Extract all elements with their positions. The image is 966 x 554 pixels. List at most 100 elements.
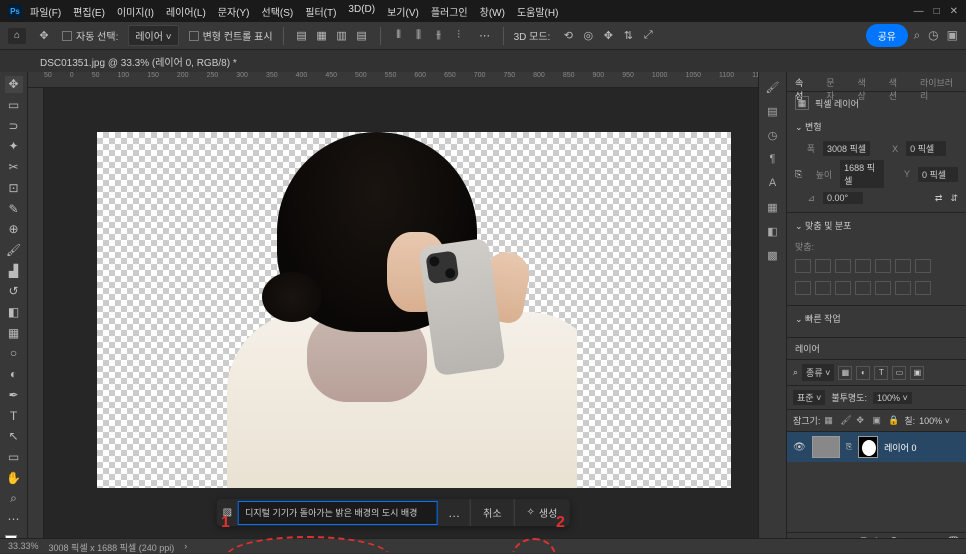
menu-help[interactable]: 도움말(H) — [517, 4, 558, 19]
filter-smart-icon[interactable]: ▣ — [910, 366, 924, 380]
3d-slide-icon[interactable]: ⇅ — [620, 28, 636, 44]
stamp-tool[interactable]: ▟ — [5, 262, 23, 279]
brush-tool[interactable]: 🖌 — [5, 242, 23, 259]
y-value[interactable]: 0 픽셀 — [918, 167, 958, 182]
tab-section[interactable]: 색션 — [881, 72, 912, 91]
menu-file[interactable]: 파일(F) — [30, 4, 61, 19]
wand-tool[interactable]: ✦ — [5, 138, 23, 155]
tab-libraries[interactable]: 라이브러리 — [912, 72, 966, 91]
visibility-icon[interactable]: 👁 — [793, 442, 806, 453]
pen-tool[interactable]: ✒ — [5, 387, 23, 404]
distribute-right-icon[interactable] — [835, 281, 851, 295]
align-vcenter-icon[interactable] — [875, 259, 891, 273]
type-tool[interactable]: T — [5, 407, 23, 424]
transform-header[interactable]: 변형 — [787, 114, 966, 139]
zoom-tool[interactable]: ⌕ — [5, 490, 23, 507]
more-align-icon[interactable]: ⋯ — [477, 28, 493, 44]
cancel-button[interactable]: 취소 — [470, 499, 513, 526]
menu-filter[interactable]: 필터(T) — [305, 4, 336, 19]
frame-tool[interactable]: ⊡ — [5, 180, 23, 197]
align-header[interactable]: 맞춤 및 분포 — [787, 213, 966, 238]
history-panel-icon[interactable]: ◷ — [764, 126, 782, 144]
workspace-icon[interactable]: ▣ — [947, 28, 958, 43]
menu-layer[interactable]: 레이어(L) — [166, 4, 206, 19]
crop-tool[interactable]: ✂ — [5, 159, 23, 176]
history-brush-tool[interactable]: ↺ — [5, 283, 23, 300]
link-icon[interactable]: ⎘ — [795, 169, 806, 180]
filter-pixel-icon[interactable]: ▦ — [838, 366, 852, 380]
3d-pan-icon[interactable]: ✥ — [600, 28, 616, 44]
share-button[interactable]: 공유 — [866, 24, 908, 47]
tab-properties[interactable]: 속성 — [787, 72, 818, 91]
angle-value[interactable]: 0.00° — [823, 192, 863, 204]
filter-adjust-icon[interactable]: ◐ — [856, 366, 870, 380]
menu-view[interactable]: 보기(V) — [387, 4, 419, 19]
edit-toolbar[interactable]: ⋯ — [5, 511, 23, 528]
maximize-icon[interactable]: □ — [934, 6, 940, 17]
lock-image-icon[interactable]: 🖌 — [840, 415, 852, 427]
align-right-icon[interactable] — [835, 259, 851, 273]
align-more-icon[interactable] — [915, 259, 931, 273]
layer-row[interactable]: 👁 ⎘ 레이어 0 — [787, 432, 966, 462]
align-top-icon[interactable] — [855, 259, 871, 273]
patterns-panel-icon[interactable]: ▩ — [764, 246, 782, 264]
layer-mask-thumbnail[interactable] — [858, 436, 878, 458]
tab-colors[interactable]: 색상 — [849, 72, 880, 91]
search-icon[interactable]: ⌕ — [913, 28, 920, 43]
close-icon[interactable]: ✕ — [950, 6, 958, 17]
document-tab[interactable]: DSC01351.jpg @ 33.3% (레이어 0, RGB/8) * — [32, 54, 245, 69]
fill-value[interactable]: 100% ˅ — [919, 416, 950, 426]
eraser-tool[interactable]: ◧ — [5, 304, 23, 321]
flip-h-icon[interactable]: ⇄ — [935, 193, 943, 204]
filter-shape-icon[interactable]: ▭ — [892, 366, 906, 380]
opacity-value[interactable]: 100% ˅ — [873, 392, 912, 404]
distribute-top-icon[interactable] — [855, 281, 871, 295]
layer-type-select[interactable]: 레이어 ˅ — [128, 25, 178, 46]
distribute-more-icon[interactable] — [915, 281, 931, 295]
x-value[interactable]: 0 픽셀 — [906, 141, 946, 156]
distribute-bottom-icon[interactable]: ⫵ — [431, 28, 447, 44]
more-button[interactable]: … — [438, 506, 470, 520]
layer-name[interactable]: 레이어 0 — [884, 441, 916, 454]
gradient-tool[interactable]: ▦ — [5, 324, 23, 341]
lock-transparent-icon[interactable]: ▦ — [824, 415, 836, 427]
prompt-input[interactable] — [238, 501, 438, 525]
3d-roll-icon[interactable]: ◎ — [580, 28, 596, 44]
menu-type[interactable]: 문자(Y) — [218, 4, 250, 19]
hand-tool[interactable]: ✋ — [5, 469, 23, 486]
distribute-left-icon[interactable] — [795, 281, 811, 295]
distribute-h-icon[interactable]: ⫶ — [451, 28, 467, 44]
align-top-icon[interactable]: ▤ — [354, 28, 370, 44]
menu-window[interactable]: 창(W) — [480, 4, 505, 19]
swatches-panel-icon[interactable]: ▦ — [764, 198, 782, 216]
tab-character[interactable]: 문자 — [818, 72, 849, 91]
shape-tool[interactable]: ▭ — [5, 449, 23, 466]
glyphs-panel-icon[interactable]: A — [764, 174, 782, 192]
filter-type-icon[interactable]: T — [874, 366, 888, 380]
distribute-hcenter-icon[interactable] — [815, 281, 831, 295]
lasso-tool[interactable]: ⊃ — [5, 117, 23, 134]
paragraph-panel-icon[interactable]: ¶ — [764, 150, 782, 168]
3d-orbit-icon[interactable]: ⟲ — [560, 28, 576, 44]
align-left-icon[interactable]: ▤ — [294, 28, 310, 44]
quickactions-header[interactable]: 빠른 작업 — [787, 306, 966, 331]
lock-position-icon[interactable]: ✥ — [856, 415, 868, 427]
canvas[interactable] — [44, 88, 758, 552]
height-value[interactable]: 1688 픽셀 — [840, 160, 884, 188]
color-panel-icon[interactable]: ▤ — [764, 102, 782, 120]
align-right-icon[interactable]: ▥ — [334, 28, 350, 44]
menu-edit[interactable]: 편집(E) — [73, 4, 105, 19]
width-value[interactable]: 3008 픽셀 — [823, 141, 870, 156]
gradients-panel-icon[interactable]: ◧ — [764, 222, 782, 240]
menu-image[interactable]: 이미지(I) — [117, 4, 154, 19]
align-center-h-icon[interactable]: ▦ — [314, 28, 330, 44]
zoom-value[interactable]: 33.33% — [8, 541, 39, 551]
heal-tool[interactable]: ⊕ — [5, 221, 23, 238]
brushes-panel-icon[interactable]: 🖌 — [764, 78, 782, 96]
show-transform-checkbox[interactable] — [189, 31, 199, 41]
dodge-tool[interactable]: ◐ — [5, 366, 23, 383]
home-button[interactable]: ⌂ — [8, 28, 26, 44]
distribute-bottom-icon[interactable] — [895, 281, 911, 295]
align-hcenter-icon[interactable] — [815, 259, 831, 273]
flip-v-icon[interactable]: ⇵ — [950, 193, 958, 204]
